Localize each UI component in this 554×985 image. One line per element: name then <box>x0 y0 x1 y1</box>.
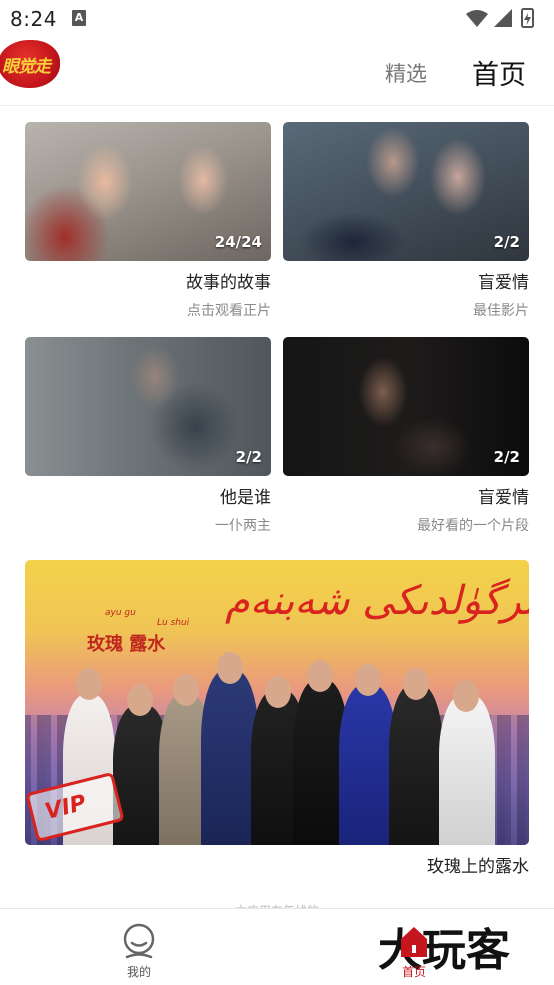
video-subtitle: 最佳影片 <box>473 303 529 319</box>
status-bar: 8:24 A <box>0 0 554 36</box>
cast-member-head <box>307 660 333 692</box>
featured-banner-image[interactable]: ئەتىرگۈلدىكى شەبنەم ayu gu Lu shui 玫瑰 露水… <box>25 560 529 845</box>
vip-label: VIP <box>42 790 89 825</box>
video-thumbnail[interactable]: 2/2 <box>283 122 529 261</box>
video-title[interactable]: 盲爱情 <box>478 483 529 508</box>
video-title[interactable]: 他是谁 <box>220 483 271 508</box>
cast-member <box>439 695 495 845</box>
banner-logo-caption: ayu gu <box>105 608 136 618</box>
wifi-icon <box>466 10 488 27</box>
tab-featured[interactable]: 精选 <box>385 58 427 88</box>
nav-item-home-label: 首页 <box>401 965 426 979</box>
episode-count: 24/24 <box>214 233 262 251</box>
banner-title[interactable]: 玫瑰上的露水 <box>427 852 529 877</box>
cast-member-head <box>265 676 291 708</box>
nav-item-home[interactable]: 首页 <box>385 919 443 979</box>
video-title[interactable]: 故事的故事 <box>186 268 271 293</box>
episode-count: 2/2 <box>493 448 520 466</box>
signal-icon <box>494 9 512 27</box>
cast-member <box>389 685 443 845</box>
cast-member-head <box>453 680 479 712</box>
cast-member-head <box>355 664 381 696</box>
banner-logo-caption: Lu shui <box>157 618 190 628</box>
cast-member-head <box>403 668 429 700</box>
app-header: 眼觉走 精选 首页 <box>0 36 554 106</box>
cast-member-head <box>127 684 153 716</box>
nav-item-mine[interactable]: 我的 <box>110 919 168 979</box>
episode-count: 2/2 <box>493 233 520 251</box>
episode-count: 2/2 <box>235 448 262 466</box>
cast-member-head <box>217 652 243 684</box>
video-subtitle: 一仆两主 <box>215 518 271 534</box>
status-icons <box>466 8 534 28</box>
video-title[interactable]: 盲爱情 <box>478 268 529 293</box>
nav-item-mine-label: 我的 <box>126 965 151 979</box>
status-time: 8:24 <box>10 7 57 31</box>
banner-script-title: ئەتىرگۈلدىكى شەبنەم <box>225 578 529 624</box>
video-subtitle: 最好看的一个片段 <box>417 518 529 534</box>
cast-member-head <box>76 668 102 700</box>
bottom-nav: 我的 大玩客 首页 <box>0 908 554 985</box>
video-thumbnail[interactable]: 2/2 <box>283 337 529 476</box>
tab-home[interactable]: 首页 <box>472 53 526 92</box>
video-thumbnail[interactable]: 2/2 <box>25 337 271 476</box>
cast-member-head <box>173 674 199 706</box>
profile-icon <box>123 923 155 959</box>
app-logo-text: 眼觉走 <box>2 57 51 77</box>
banner-logo-text: 玫瑰 露水 <box>87 634 166 655</box>
home-icon <box>401 927 427 957</box>
app-logo[interactable]: 眼觉走 <box>0 40 60 88</box>
video-thumbnail[interactable]: 24/24 <box>25 122 271 261</box>
notification-icon: A <box>72 10 86 26</box>
video-subtitle: 点击观看正片 <box>187 303 271 319</box>
